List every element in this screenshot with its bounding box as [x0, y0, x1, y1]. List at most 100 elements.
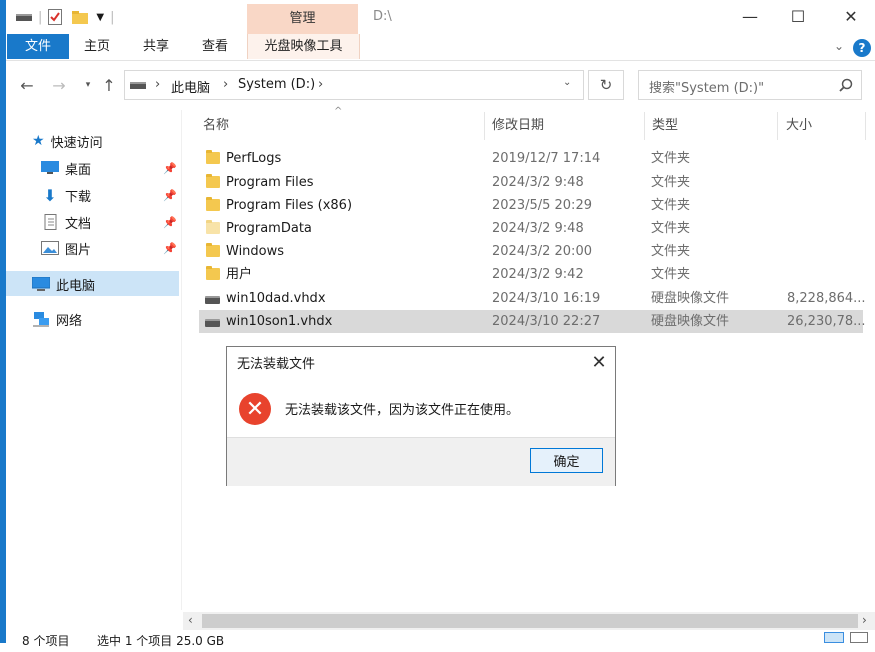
- back-arrow-icon[interactable]: ←: [16, 73, 38, 97]
- tab-share[interactable]: 共享: [143, 34, 169, 59]
- error-icon: ✕: [239, 393, 271, 425]
- new-folder-icon[interactable]: [72, 10, 89, 24]
- nav-downloads[interactable]: ⬇ 下载 📌: [41, 184, 177, 206]
- folder-icon: [206, 266, 220, 280]
- search-input[interactable]: 搜索"System (D:)": [649, 77, 764, 96]
- table-row[interactable]: ProgramData 2024/3/2 9:48 文件夹: [199, 217, 863, 240]
- file-date: 2024/3/2 9:48: [492, 175, 584, 190]
- search-box[interactable]: 搜索"System (D:)": [638, 70, 862, 100]
- table-row-selected[interactable]: win10son1.vhdx 2024/3/10 22:27 硬盘映像文件 26…: [199, 310, 866, 333]
- search-icon[interactable]: [839, 78, 853, 92]
- customize-toolbar-icon[interactable]: ▼: [96, 12, 104, 23]
- tab-view[interactable]: 查看: [202, 34, 228, 59]
- file-name: ProgramData: [226, 221, 312, 236]
- scroll-right-icon[interactable]: ›: [862, 613, 867, 627]
- nav-documents[interactable]: 文档 📌: [41, 211, 177, 233]
- network-icon: [33, 312, 49, 327]
- minimize-button[interactable]: —: [727, 0, 773, 32]
- file-type: 文件夹: [651, 198, 691, 213]
- table-row[interactable]: win10dad.vhdx 2024/3/10 16:19 硬盘映像文件 8,2…: [199, 287, 866, 310]
- file-type: 文件夹: [651, 244, 691, 259]
- pin-icon[interactable]: 📌: [163, 189, 177, 202]
- dialog-close-button[interactable]: ✕: [587, 350, 611, 374]
- column-divider[interactable]: [644, 112, 645, 140]
- table-row[interactable]: 用户 2024/3/2 9:42 文件夹: [199, 263, 863, 286]
- up-arrow-icon[interactable]: ↑: [98, 73, 120, 97]
- folder-icon: [206, 197, 220, 211]
- address-dropdown-chevron-icon[interactable]: ⌄: [563, 77, 571, 88]
- error-dialog: 无法装载文件 ✕ ✕ 无法装载该文件，因为该文件正在使用。 确定: [226, 346, 616, 486]
- table-row[interactable]: Program Files 2024/3/2 9:48 文件夹: [199, 171, 863, 194]
- forward-arrow-icon[interactable]: →: [48, 73, 70, 97]
- scroll-left-icon[interactable]: ‹: [188, 613, 193, 627]
- disk-image-icon: [205, 296, 220, 304]
- maximize-button[interactable]: ☐: [775, 0, 821, 32]
- file-type: 文件夹: [651, 267, 691, 282]
- close-button[interactable]: ✕: [828, 0, 874, 32]
- pin-icon[interactable]: 📌: [163, 216, 177, 229]
- file-name: Program Files (x86): [226, 198, 353, 213]
- properties-icon[interactable]: [48, 9, 63, 25]
- tab-home[interactable]: 主页: [84, 34, 110, 59]
- dialog-message: 无法装载该文件，因为该文件正在使用。: [285, 403, 520, 418]
- pane-divider: [181, 110, 182, 610]
- column-header-size[interactable]: 大小: [786, 112, 864, 140]
- file-date: 2024/3/2 9:48: [492, 221, 584, 236]
- refresh-icon[interactable]: ↻: [588, 70, 624, 100]
- star-icon: ★: [32, 133, 45, 149]
- disk-image-icon: [205, 319, 220, 327]
- recent-locations-chevron-icon[interactable]: ▾: [77, 73, 99, 97]
- pin-icon[interactable]: 📌: [163, 162, 177, 175]
- breadcrumb-separator-icon: ›: [155, 77, 161, 92]
- folder-icon: [206, 174, 220, 188]
- pin-icon[interactable]: 📌: [163, 242, 177, 255]
- column-header-name[interactable]: 名称: [203, 112, 483, 140]
- ok-button[interactable]: 确定: [530, 448, 603, 473]
- file-name: 用户: [226, 267, 253, 282]
- nav-quick-access[interactable]: ★ 快速访问: [32, 130, 103, 152]
- column-divider[interactable]: [777, 112, 778, 140]
- breadcrumb-this-pc[interactable]: 此电脑: [171, 77, 210, 96]
- nav-this-pc[interactable]: 此电脑: [32, 273, 95, 295]
- nav-network[interactable]: 网络: [32, 308, 82, 330]
- table-row[interactable]: Program Files (x86) 2023/5/5 20:29 文件夹: [199, 194, 863, 217]
- file-date: 2019/12/7 17:14: [492, 151, 601, 166]
- help-icon[interactable]: ?: [853, 39, 871, 57]
- file-name: Windows: [226, 244, 285, 259]
- file-name: PerfLogs: [226, 151, 282, 166]
- dialog-title: 无法装载文件: [237, 357, 316, 372]
- column-divider[interactable]: [484, 112, 485, 140]
- file-type: 硬盘映像文件: [651, 291, 730, 306]
- column-header-date[interactable]: 修改日期: [492, 112, 642, 140]
- table-row[interactable]: Windows 2024/3/2 20:00 文件夹: [199, 240, 863, 263]
- file-size: 8,228,864...: [787, 291, 866, 306]
- column-divider[interactable]: [865, 112, 866, 140]
- tab-disc-image-tools[interactable]: 光盘映像工具: [247, 34, 360, 59]
- large-icons-view-icon[interactable]: [850, 632, 868, 643]
- nav-desktop[interactable]: 桌面 📌: [41, 157, 177, 179]
- nav-label: 网络: [56, 313, 83, 329]
- toolbar-divider: |: [110, 9, 115, 25]
- nav-pictures[interactable]: 图片 📌: [41, 237, 177, 259]
- hidden-folder-icon: [206, 220, 220, 234]
- desktop-icon: [41, 161, 59, 174]
- dialog-body: ✕ 无法装载该文件，因为该文件正在使用。: [227, 379, 615, 437]
- file-date: 2024/3/10 16:19: [492, 291, 601, 306]
- tab-file[interactable]: 文件: [7, 34, 69, 59]
- tab-manage[interactable]: 管理: [247, 4, 358, 34]
- document-icon: [44, 214, 57, 230]
- column-header-type[interactable]: 类型: [652, 112, 772, 140]
- ribbon-tabs: [6, 34, 875, 61]
- file-name: win10dad.vhdx: [226, 291, 326, 306]
- ribbon-expand-chevron-icon[interactable]: ⌄: [834, 39, 844, 53]
- file-name: Program Files: [226, 175, 314, 190]
- details-view-icon[interactable]: [824, 632, 844, 643]
- breadcrumb-system-d[interactable]: System (D:): [238, 77, 315, 92]
- address-bar[interactable]: › 此电脑 › System (D:) › ⌄: [124, 70, 584, 100]
- scrollbar-thumb[interactable]: [202, 614, 858, 628]
- table-row[interactable]: PerfLogs 2019/12/7 17:14 文件夹: [199, 147, 863, 170]
- nav-label: 文档: [65, 216, 92, 232]
- nav-label: 快速访问: [50, 135, 103, 151]
- file-date: 2024/3/2 9:42: [492, 267, 584, 282]
- drive-icon[interactable]: [16, 11, 32, 23]
